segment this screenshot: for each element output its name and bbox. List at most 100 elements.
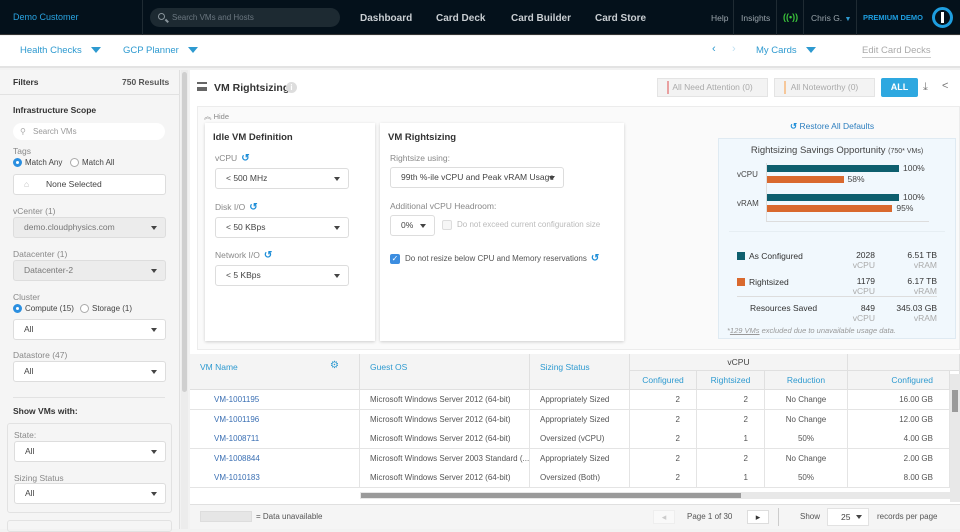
savings-subtitle: (750* VMs) <box>888 148 924 155</box>
vm-name-link[interactable]: VM-1001195 <box>190 390 360 410</box>
vm-name-link[interactable]: VM-1010183 <box>190 468 360 489</box>
vm-name-link[interactable]: VM-1001196 <box>190 409 360 430</box>
column-header-guest-os[interactable]: Guest OS <box>360 354 530 390</box>
value: 849 <box>860 303 875 313</box>
share-icon[interactable]: < <box>942 80 948 92</box>
connection-status-icon[interactable]: ((•)) <box>783 12 798 22</box>
idle-network-select[interactable]: < 5 KBps <box>215 265 349 286</box>
tags-select[interactable]: ⌂ None Selected <box>13 174 166 195</box>
bar-value-label: 100% <box>903 192 925 202</box>
next-page-button[interactable]: ▸ <box>747 510 769 524</box>
bar-value-label: 100% <box>903 163 925 173</box>
scrollbar-thumb[interactable] <box>361 493 741 498</box>
column-group-vcpu: vCPU <box>630 354 848 371</box>
all-filter-button[interactable]: ALL <box>881 78 918 97</box>
restore-defaults-link[interactable]: ↺ Restore All Defaults <box>790 121 874 132</box>
global-search-input[interactable]: Search VMs and Hosts <box>150 8 340 27</box>
no-resize-checkbox[interactable]: ✓ Do not resize below CPU and Memory rese… <box>390 253 599 264</box>
idle-disk-select[interactable]: < 50 KBps <box>215 217 349 238</box>
reset-icon[interactable]: ↺ <box>249 202 257 213</box>
headroom-select[interactable]: 0% <box>390 215 435 236</box>
bar-vcpu-rightsized <box>767 176 844 183</box>
nav-dashboard[interactable]: Dashboard <box>360 13 412 24</box>
vcenter-value: demo.cloudphysics.com <box>24 222 115 232</box>
customer-name[interactable]: Demo Customer <box>13 12 79 22</box>
vcenter-select[interactable]: demo.cloudphysics.com <box>13 217 166 238</box>
reset-icon[interactable]: ↺ <box>264 250 272 261</box>
compute-radio[interactable]: Compute (15) <box>13 304 74 314</box>
next-deck-icon[interactable]: › <box>732 43 736 55</box>
need-attention-label: All Need Attention (0) <box>672 82 753 92</box>
gcp-planner-menu[interactable]: GCP Planner <box>123 45 198 56</box>
show-vms-heading: Show VMs with: <box>13 406 78 416</box>
rightsized-vram: 6.17 TB vRAM <box>879 276 937 296</box>
sizing-status-label: Sizing Status <box>14 473 64 483</box>
noteworthy-filter-button[interactable]: All Noteworthy (0) <box>774 78 875 97</box>
hide-toggle[interactable]: ︽ Hide <box>204 111 229 122</box>
column-header-vm-name[interactable]: VM Name ⚙ <box>190 354 360 390</box>
edit-card-decks-link[interactable]: Edit Card Decks <box>862 45 931 58</box>
column-header-vram-configured[interactable]: Configured <box>848 371 950 390</box>
download-icon[interactable]: ⤓ <box>923 81 928 94</box>
vm-name-link[interactable]: VM-1008711 <box>190 429 360 450</box>
table-horizontal-scrollbar[interactable] <box>360 492 950 499</box>
table-vertical-scrollbar[interactable] <box>950 374 960 502</box>
reset-icon[interactable]: ↺ <box>591 253 599 264</box>
storage-radio[interactable]: Storage (1) <box>80 304 132 314</box>
column-settings-icon[interactable]: ⚙ <box>330 360 339 371</box>
cluster-value: All <box>24 324 34 334</box>
datastore-select[interactable]: All <box>13 361 166 382</box>
sidebar-scrollbar[interactable] <box>181 70 188 529</box>
unit: vCPU <box>852 313 875 323</box>
tags-label: Tags <box>13 146 31 156</box>
prev-page-button[interactable]: ◂ <box>653 510 675 524</box>
app-logo-icon[interactable] <box>932 7 953 28</box>
nav-card-deck[interactable]: Card Deck <box>436 13 485 24</box>
value: 6.17 TB <box>907 276 937 286</box>
configured-vram: 6.51 TB vRAM <box>879 250 937 270</box>
column-header-sizing-status[interactable]: Sizing Status <box>530 354 630 390</box>
scrollbar-thumb[interactable] <box>182 72 187 392</box>
no-exceed-checkbox[interactable]: Do not exceed current configuration size <box>442 220 600 230</box>
column-header-vcpu-rightsized[interactable]: Rightsized <box>697 371 765 390</box>
state-select[interactable]: All <box>14 441 166 462</box>
disk-io-label: Disk I/O ↺ <box>215 202 258 213</box>
match-any-radio[interactable]: Match Any <box>13 158 62 168</box>
prev-deck-icon[interactable]: ‹ <box>712 43 716 55</box>
collapsed-filter-group[interactable] <box>7 520 172 532</box>
cell-ram: 4.00 GB <box>848 429 950 450</box>
cluster-select[interactable]: All <box>13 319 166 340</box>
column-group-vram <box>848 354 960 371</box>
menu-icon[interactable] <box>197 82 207 91</box>
info-icon[interactable]: i <box>286 82 297 93</box>
column-header-vcpu-reduction[interactable]: Reduction <box>765 371 848 390</box>
reset-icon[interactable]: ↺ <box>241 153 249 164</box>
caret-down-icon <box>334 177 340 181</box>
match-all-radio[interactable]: Match All <box>70 158 115 168</box>
idle-vcpu-value: < 500 MHz <box>226 173 268 183</box>
nav-card-store[interactable]: Card Store <box>595 13 646 24</box>
vm-search-input[interactable]: ⚲ Search VMs <box>13 123 165 140</box>
records-per-page-select[interactable]: 25 <box>827 508 869 526</box>
column-header-vcpu-configured[interactable]: Configured <box>630 371 697 390</box>
my-cards-menu[interactable]: My Cards <box>756 45 816 56</box>
vm-name-link[interactable]: VM-1008844 <box>190 448 360 469</box>
help-link[interactable]: Help <box>711 13 728 23</box>
rightsize-using-select[interactable]: 99th %-ile vCPU and Peak vRAM Usage <box>390 167 564 188</box>
scrollbar-thumb[interactable] <box>952 390 958 412</box>
value: 1179 <box>856 276 875 286</box>
saved-vcpu: 849 vCPU <box>839 303 875 323</box>
value: 6.51 TB <box>907 250 937 260</box>
user-menu[interactable]: Chris G. ▼ <box>811 13 851 23</box>
sizing-status-select[interactable]: All <box>14 483 166 504</box>
idle-vcpu-select[interactable]: < 500 MHz <box>215 168 349 189</box>
legend-swatch <box>737 252 745 260</box>
excluded-vms-link[interactable]: 129 VMs <box>730 326 760 335</box>
nav-card-builder[interactable]: Card Builder <box>511 13 571 24</box>
match-all-label: Match All <box>82 158 115 167</box>
datacenter-select[interactable]: Datacenter-2 <box>13 260 166 281</box>
cell-os: Microsoft Windows Server 2012 (64-bit) <box>360 429 530 450</box>
health-checks-menu[interactable]: Health Checks <box>20 45 101 56</box>
need-attention-filter-button[interactable]: All Need Attention (0) <box>657 78 768 97</box>
insights-link[interactable]: Insights <box>741 13 770 23</box>
